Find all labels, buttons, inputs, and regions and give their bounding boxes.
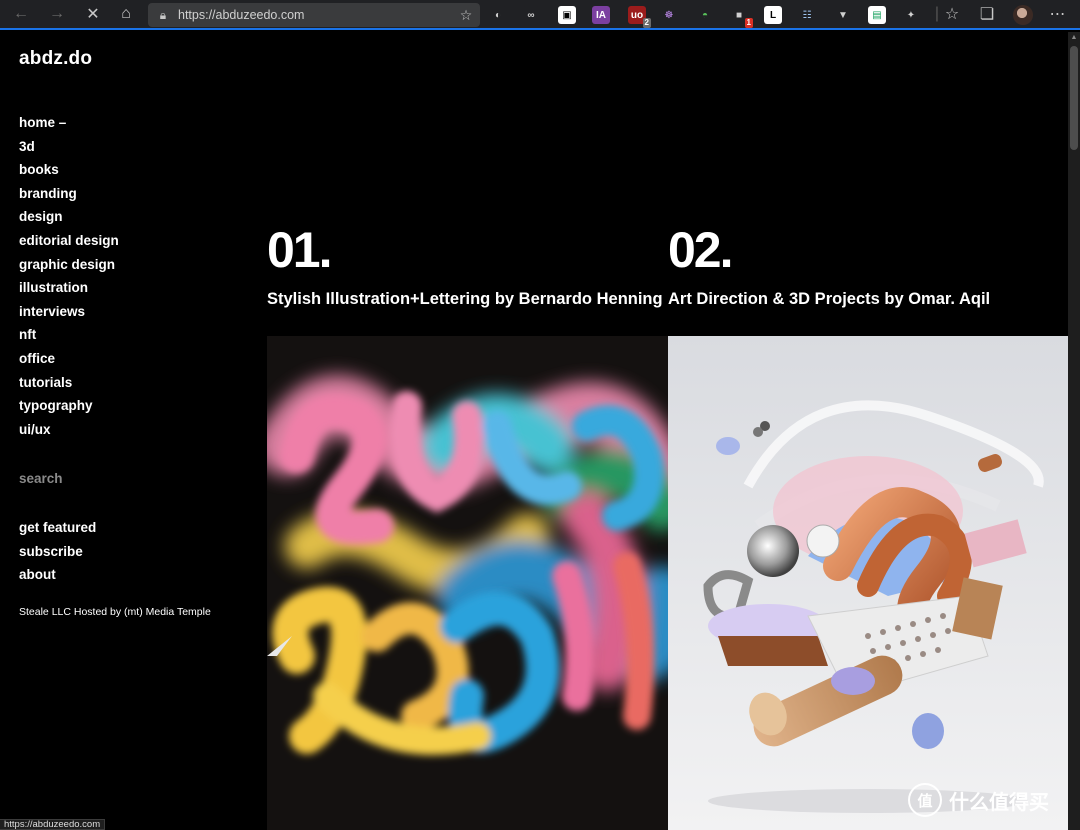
shield-ext-icon[interactable]: ◐ — [489, 6, 507, 24]
secondary-link[interactable]: about — [19, 567, 96, 591]
article-image-3d[interactable] — [668, 336, 1069, 830]
menu-item[interactable]: illustration — [19, 280, 119, 304]
leaf-ext-icon[interactable]: ◓ — [696, 6, 714, 24]
menu-item[interactable]: interviews — [19, 304, 119, 328]
watermark: 值 什么值得买 — [908, 783, 1049, 817]
menu-item[interactable]: editorial design — [19, 233, 119, 257]
collections-icon[interactable]: ❏ — [970, 0, 1004, 29]
watermark-logo: 值 — [908, 783, 942, 817]
menu-item[interactable]: graphic design — [19, 257, 119, 281]
category-menu: home –3d books branding design editorial des… — [19, 115, 119, 445]
stop-loading-button[interactable]: ✕ — [76, 0, 110, 29]
glasses-ext-glyph: ∞ — [527, 9, 535, 21]
badge-ext-glyph: ▼ — [838, 9, 848, 21]
lock-icon: 🔒︎ — [159, 7, 167, 22]
camera-ext-glyph: ▣ — [562, 9, 572, 21]
back-button[interactable]: ← — [4, 0, 38, 29]
page-scrollbar[interactable]: ▲ — [1068, 32, 1080, 830]
ublock-ext-glyph: uo — [630, 9, 644, 21]
shield-ext-glyph: ◐ — [494, 9, 502, 21]
secondary-links: get featured subscribe about — [19, 520, 96, 591]
menu-item[interactable]: typography — [19, 398, 119, 422]
ia-ext-glyph: IA — [596, 9, 606, 21]
favorites-icon[interactable]: ☆ — [935, 0, 969, 29]
extension-badge: 1 — [744, 18, 753, 28]
secondary-link[interactable]: subscribe — [19, 544, 96, 568]
home-button[interactable]: ⌂ — [109, 0, 143, 29]
menu-item[interactable]: tutorials — [19, 375, 119, 399]
menu-item[interactable]: branding — [19, 186, 119, 210]
camera-ext-icon[interactable]: ▣ — [558, 6, 576, 24]
article-number: 01. — [267, 222, 333, 278]
ia-ext-icon[interactable]: IA — [592, 6, 610, 24]
profile-avatar[interactable] — [1013, 5, 1033, 25]
watermark-text: 什么值得买 — [949, 791, 1049, 814]
menu-item[interactable]: books — [19, 162, 119, 186]
menu-item[interactable]: 3d — [19, 139, 119, 163]
secondary-link[interactable]: get featured — [19, 520, 96, 544]
puzzle-ext-glyph: ✦ — [906, 9, 916, 21]
menu-item[interactable]: ui/ux — [19, 422, 119, 446]
article-number: 02. — [668, 222, 734, 278]
status-url: https://abduzeedo.com — [0, 819, 106, 830]
menu-item[interactable]: nft — [19, 327, 119, 351]
menu-item[interactable]: office — [19, 351, 119, 375]
address-bar[interactable]: 🔒︎ https://abduzeedo.com ☆ — [148, 3, 480, 27]
translate-ext-icon[interactable]: ☷ — [798, 6, 816, 24]
bookmark-ext-icon[interactable]: L — [764, 6, 782, 24]
cat-ext-glyph: ☸ — [664, 9, 674, 21]
game-ext-icon[interactable]: ■ 1 — [730, 6, 753, 28]
ublock-ext-icon[interactable]: uo 2 — [628, 6, 651, 28]
site-logo[interactable]: abdz.do — [19, 48, 92, 70]
leaf-ext-glyph: ◓ — [701, 9, 709, 21]
hosting-credit: Steale LLC Hosted by (mt) Media Temple — [19, 606, 211, 618]
sheet-ext-icon[interactable]: ▤ — [868, 6, 886, 24]
address-url[interactable]: https://abduzeedo.com — [178, 8, 452, 22]
forward-button[interactable]: → — [40, 0, 74, 29]
translate-ext-glyph: ☷ — [802, 9, 812, 21]
scrollbar-thumb[interactable] — [1070, 46, 1078, 150]
badge-ext-icon[interactable]: ▼ — [834, 6, 852, 24]
search-link[interactable]: search — [19, 471, 63, 486]
article-title[interactable]: Art Direction & 3D Projects by Omar. Aqi… — [668, 290, 990, 309]
article-image-lettering[interactable] — [267, 336, 668, 830]
add-favorite-icon[interactable]: ☆ — [452, 7, 480, 24]
glasses-ext-icon[interactable]: ∞ — [522, 6, 540, 24]
sheet-ext-glyph: ▤ — [872, 9, 882, 21]
menu-item[interactable]: design — [19, 209, 119, 233]
game-ext-glyph: ■ — [735, 9, 743, 21]
cat-ext-icon[interactable]: ☸ — [660, 6, 678, 24]
bookmark-ext-glyph: L — [769, 9, 777, 21]
more-menu-icon[interactable]: ⋯ — [1041, 0, 1075, 29]
scroll-up-icon[interactable]: ▲ — [1068, 32, 1080, 44]
extension-badge: 2 — [642, 18, 651, 28]
puzzle-ext-icon[interactable]: ✦ — [902, 6, 920, 24]
menu-item[interactable]: home – — [19, 115, 119, 139]
browser-toolbar: ← → ✕ ⌂ 🔒︎ https://abduzeedo.com ☆ ◐ ∞ ▣ IA… — [0, 0, 1080, 30]
article-title[interactable]: Stylish Illustration+Lettering by Bernar… — [267, 290, 663, 309]
